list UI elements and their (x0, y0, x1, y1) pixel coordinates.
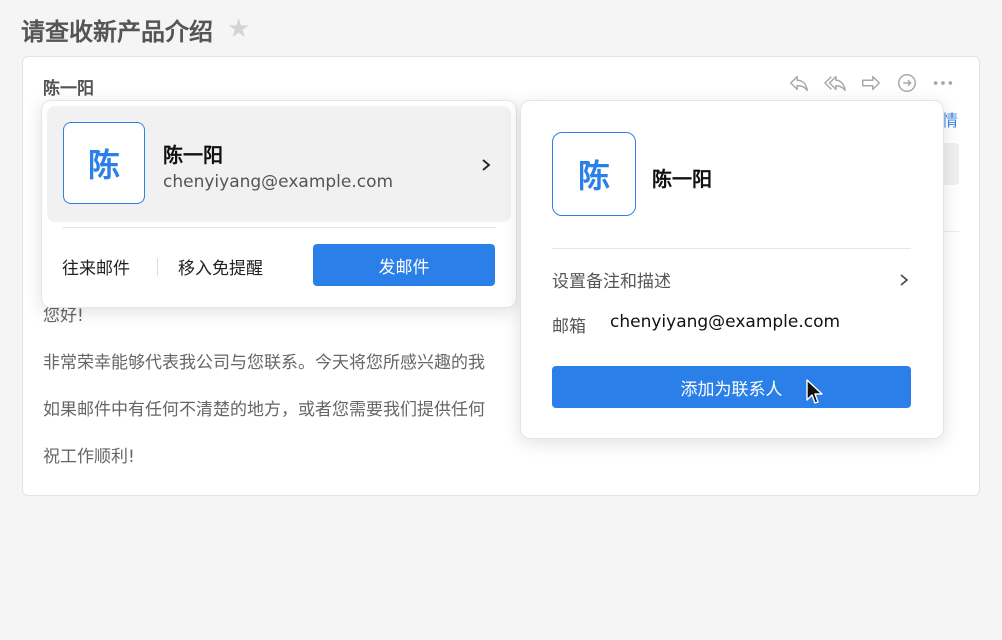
body-line: 您好! (43, 306, 84, 326)
forward-icon[interactable] (859, 71, 883, 95)
mail-history-link[interactable]: 往来邮件 (62, 254, 130, 279)
email-label: 邮箱 (552, 317, 586, 337)
reply-icon[interactable] (787, 71, 811, 95)
set-remark-label: 设置备注和描述 (552, 272, 671, 292)
action-separator (157, 258, 158, 276)
mail-toolbar (787, 71, 955, 95)
avatar: 陈 (63, 122, 145, 204)
email-row: 邮箱 chenyiyang@example.com (552, 312, 840, 337)
chevron-right-icon (900, 274, 909, 286)
chevron-right-icon (482, 159, 491, 171)
body-line: 非常荣幸能够代表我公司与您联系。今天将您所感兴趣的我 (43, 353, 485, 373)
contact-name: 陈一阳 (163, 143, 223, 167)
reply-all-icon[interactable] (823, 71, 847, 95)
set-remark-row[interactable]: 设置备注和描述 (552, 267, 911, 293)
contact-name: 陈一阳 (652, 167, 712, 191)
send-mail-button[interactable]: 发邮件 (313, 244, 495, 286)
more-icon[interactable] (931, 71, 955, 95)
sender-name[interactable]: 陈一阳 (43, 74, 94, 99)
contact-email: chenyiyang@example.com (163, 172, 394, 192)
mail-subject: 请查收新产品介绍 (21, 17, 213, 46)
contact-card-popup: 陈 陈一阳 chenyiyang@example.com 往来邮件 移入免提醒 … (41, 100, 517, 308)
contact-detail-popup: 陈 陈一阳 设置备注和描述 邮箱 chenyiyang@example.com … (520, 100, 944, 439)
mail-body: 您好! 非常荣幸能够代表我公司与您联系。今天将您所感兴趣的我 如果邮件中有任何不… (43, 301, 485, 489)
avatar: 陈 (552, 132, 636, 216)
star-icon[interactable]: ★ (227, 16, 250, 42)
move-to-no-remind-link[interactable]: 移入免提醒 (178, 254, 263, 279)
body-line: 祝工作顺利! (43, 447, 135, 467)
comment-icon[interactable] (895, 71, 919, 95)
divider (62, 227, 496, 228)
body-line: 如果邮件中有任何不清楚的地方，或者您需要我们提供任何 (43, 400, 485, 420)
divider (552, 248, 911, 249)
email-value: chenyiyang@example.com (610, 312, 841, 332)
details-link[interactable]: 情 (942, 107, 958, 131)
mail-subject-bar: 请查收新产品介绍 ★ (21, 12, 250, 46)
contact-card-header[interactable]: 陈 陈一阳 chenyiyang@example.com (47, 106, 511, 222)
cursor-icon (806, 379, 823, 404)
add-contact-button[interactable]: 添加为联系人 (552, 366, 911, 408)
